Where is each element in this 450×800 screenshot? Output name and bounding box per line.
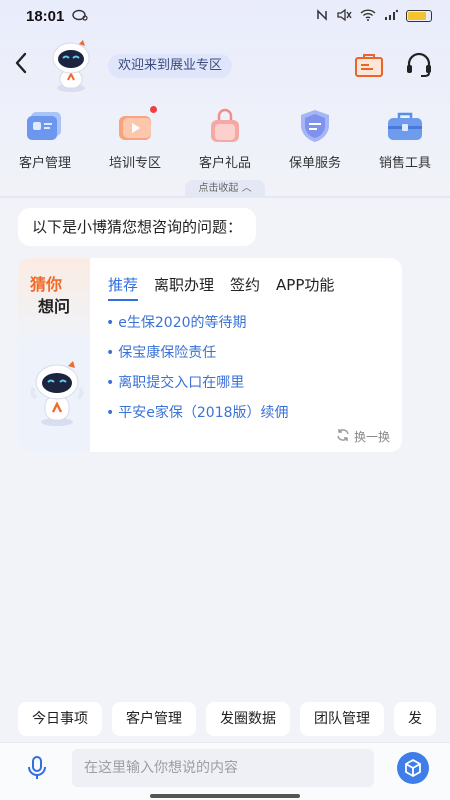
nav-label: 客户管理 <box>18 156 71 171</box>
status-time: 18:01 <box>26 7 65 25</box>
quick-nav: 客户管理 培训专区 客户礼品 保单服务 销售工具 <box>0 106 450 176</box>
question-item[interactable]: • 离职提交入口在哪里 <box>106 372 289 402</box>
briefcase-icon[interactable] <box>354 52 384 78</box>
nav-label: 培训专区 <box>108 156 161 171</box>
input-bar <box>0 742 450 800</box>
chip-team-management[interactable]: 团队管理 <box>300 702 384 736</box>
question-tabs: 推荐 离职办理 签约 APP功能 <box>108 274 334 301</box>
guess-question-card: 猜你 想问 推荐 离职办理 签约 APP功能 • e生保2020的等待期 • 保宝康… <box>18 258 402 452</box>
signal-icon <box>384 9 399 24</box>
status-icons <box>316 8 432 24</box>
refresh-icon <box>336 428 350 445</box>
question-text: e生保2020的等待期 <box>118 315 247 331</box>
guess-title-line2: 想问 <box>38 297 71 316</box>
mute-icon <box>336 8 352 24</box>
header: 欢迎来到展业专区 <box>0 34 450 96</box>
nav-label: 客户礼品 <box>198 156 251 171</box>
microphone-icon[interactable] <box>26 755 48 781</box>
greeting-message: 以下是小博猜您想咨询的问题： <box>18 208 257 246</box>
refresh-label: 换一换 <box>353 430 390 444</box>
nav-item-policy-service[interactable]: 保单服务 <box>270 108 360 176</box>
collapse-label: 点击收起 <box>198 183 239 194</box>
nav-item-customer-gifts[interactable]: 客户礼品 <box>180 108 270 176</box>
toolbox-button[interactable] <box>396 751 430 785</box>
nfc-icon <box>316 8 328 24</box>
status-bar: 18:01 <box>0 0 450 32</box>
guess-title-line1: 猜你 <box>30 275 63 294</box>
gift-bag-icon <box>205 108 245 144</box>
customer-service-icon[interactable] <box>404 52 434 78</box>
nav-item-customer-management[interactable]: 客户管理 <box>0 108 90 176</box>
tab-recommend[interactable]: 推荐 <box>108 274 139 301</box>
question-text: 平安e家保（2018版）续佣 <box>118 405 289 421</box>
back-button[interactable] <box>14 52 36 78</box>
battery-icon <box>406 10 432 22</box>
video-training-icon <box>115 106 157 144</box>
bullet: • <box>106 345 115 361</box>
chip-today-tasks[interactable]: 今日事项 <box>18 702 102 736</box>
question-text: 保宝康保险责任 <box>118 345 217 361</box>
message-input[interactable] <box>72 749 374 787</box>
nav-item-training[interactable]: 培训专区 <box>90 106 180 176</box>
policy-shield-icon <box>295 108 335 144</box>
bullet: • <box>106 405 115 421</box>
question-item[interactable]: • 保宝康保险责任 <box>106 342 289 372</box>
wifi-icon <box>360 8 376 24</box>
bullet: • <box>106 375 115 391</box>
tab-app-features[interactable]: APP功能 <box>276 274 334 301</box>
robot-mascot <box>30 358 84 428</box>
chat-notification-icon <box>72 9 88 24</box>
bullet: • <box>106 315 115 331</box>
question-item[interactable]: • e生保2020的等待期 <box>106 312 289 342</box>
tab-resignation[interactable]: 离职办理 <box>154 274 214 301</box>
chip-more[interactable]: 发 <box>394 702 436 736</box>
customer-card-icon <box>25 108 65 144</box>
nav-label: 保单服务 <box>288 156 341 171</box>
quick-reply-chips: 今日事项 客户管理 发圈数据 团队管理 发 <box>18 702 450 736</box>
notification-dot <box>150 106 157 113</box>
chip-customer-management[interactable]: 客户管理 <box>112 702 196 736</box>
card-side-panel: 猜你 想问 <box>18 258 90 452</box>
chevron-up-icon: ︿ <box>241 183 252 194</box>
toolbox-icon <box>385 108 425 144</box>
refresh-button[interactable]: 换一换 <box>336 428 390 445</box>
guess-title: 猜你 想问 <box>30 274 70 318</box>
welcome-bubble: 欢迎来到展业专区 <box>108 54 233 78</box>
question-text: 离职提交入口在哪里 <box>118 375 245 391</box>
collapse-toggle[interactable]: 点击收起 ︿ <box>185 180 265 198</box>
question-item[interactable]: • 平安e家保（2018版）续佣 <box>106 402 289 432</box>
chip-post-data[interactable]: 发圈数据 <box>206 702 290 736</box>
battery-level <box>408 12 426 20</box>
tab-signing[interactable]: 签约 <box>230 274 260 301</box>
question-list: • e生保2020的等待期 • 保宝康保险责任 • 离职提交入口在哪里 • 平安e家保（… <box>106 312 289 432</box>
nav-label: 销售工具 <box>378 156 431 171</box>
robot-avatar <box>42 36 100 94</box>
nav-item-sales-tools[interactable]: 销售工具 <box>360 108 450 176</box>
home-indicator <box>150 794 300 798</box>
